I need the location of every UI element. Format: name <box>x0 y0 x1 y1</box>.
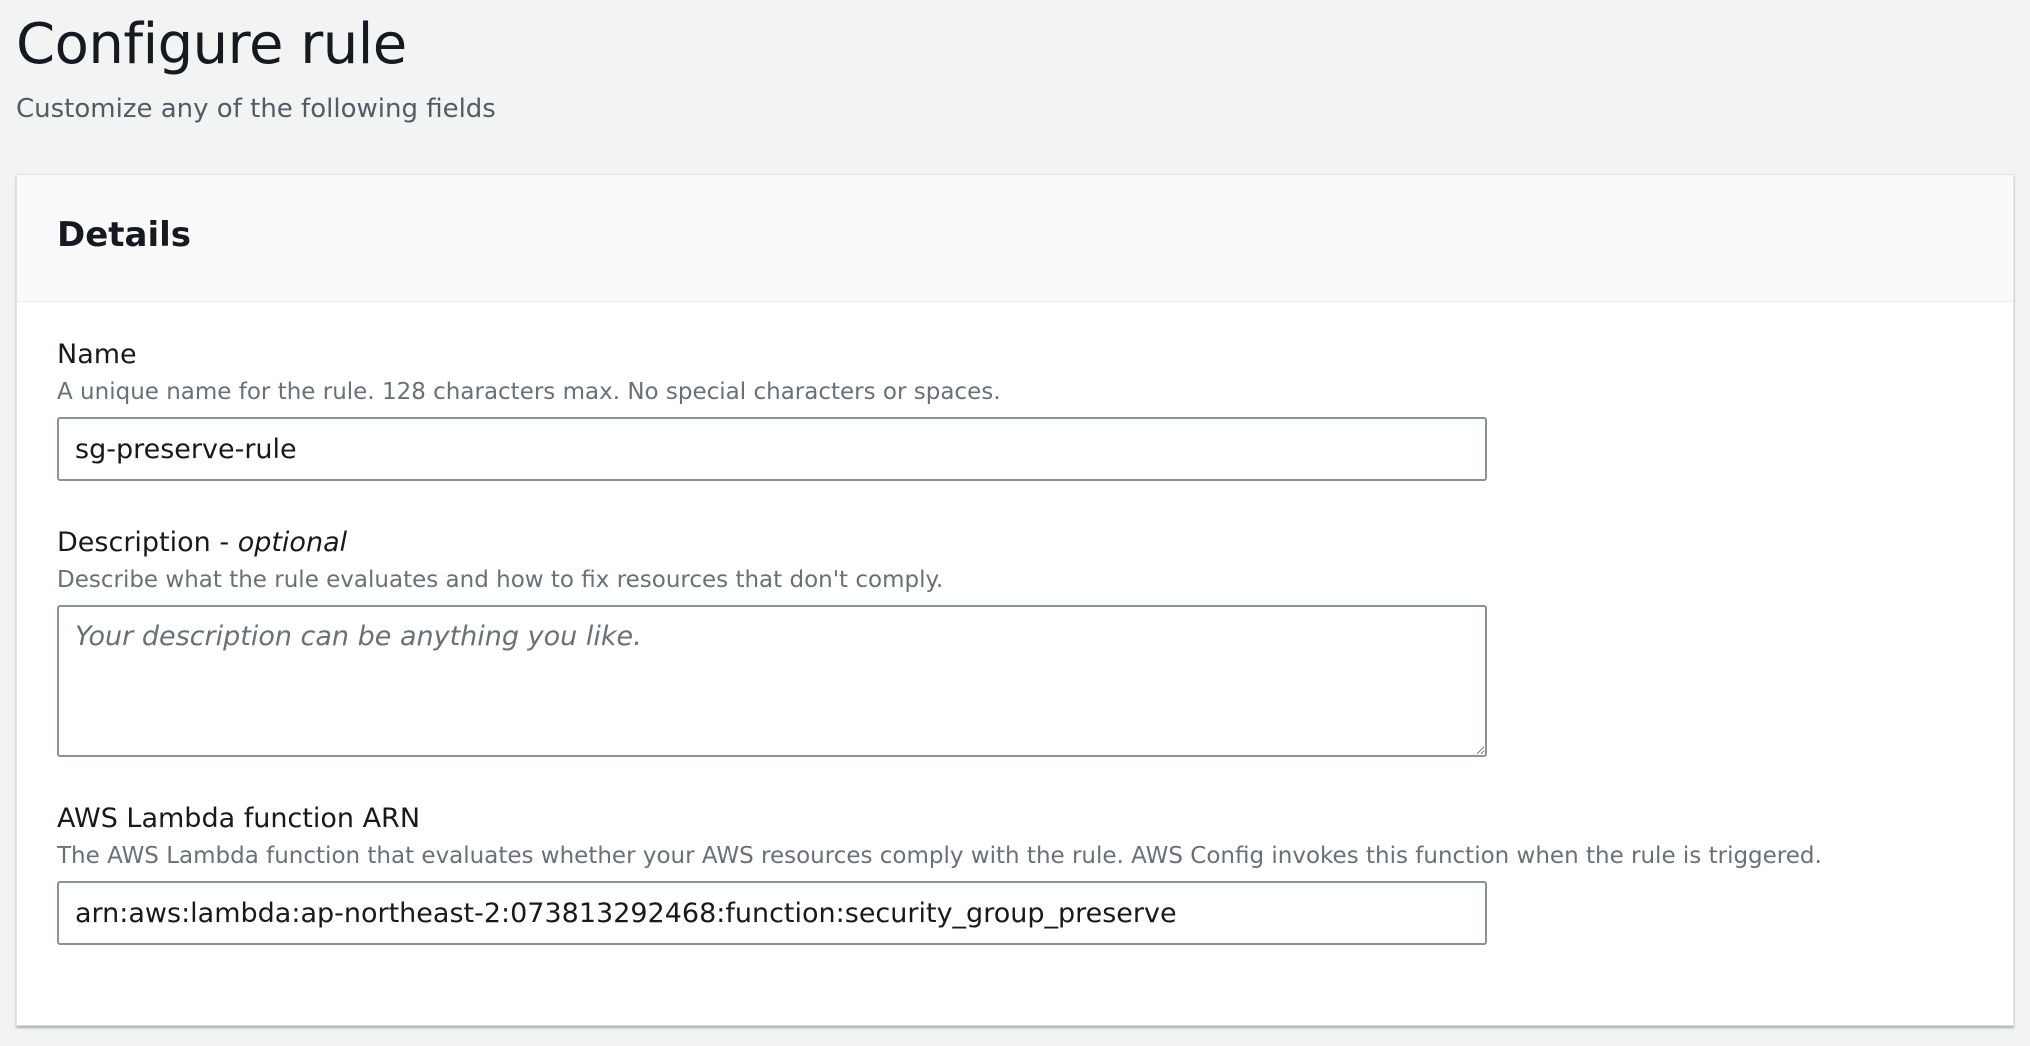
lambda-arn-hint: The AWS Lambda function that evaluates w… <box>57 843 1822 869</box>
configure-rule-page: Configure rule Customize any of the foll… <box>0 0 2030 1046</box>
lambda-arn-input[interactable] <box>57 881 1487 945</box>
description-label-text: Description - <box>57 527 238 558</box>
name-label: Name <box>57 339 137 370</box>
description-hint: Describe what the rule evaluates and how… <box>57 567 944 593</box>
lambda-arn-field: AWS Lambda function ARN The AWS Lambda f… <box>57 801 1822 945</box>
description-field: Description - optional Describe what the… <box>57 525 1487 757</box>
page-subtitle: Customize any of the following fields <box>16 94 496 124</box>
lambda-arn-label: AWS Lambda function ARN <box>57 803 421 834</box>
name-field: Name A unique name for the rule. 128 cha… <box>57 337 1487 481</box>
name-input[interactable] <box>57 417 1487 481</box>
details-panel: Details Name A unique name for the rule.… <box>16 174 2014 1026</box>
description-optional-tag: optional <box>237 527 348 558</box>
details-panel-header: Details <box>17 175 2013 302</box>
details-title: Details <box>57 215 192 255</box>
page-title: Configure rule <box>16 12 407 77</box>
description-label: Description - optional <box>57 525 1487 561</box>
description-textarea[interactable] <box>57 605 1487 757</box>
name-hint: A unique name for the rule. 128 characte… <box>57 379 1001 405</box>
